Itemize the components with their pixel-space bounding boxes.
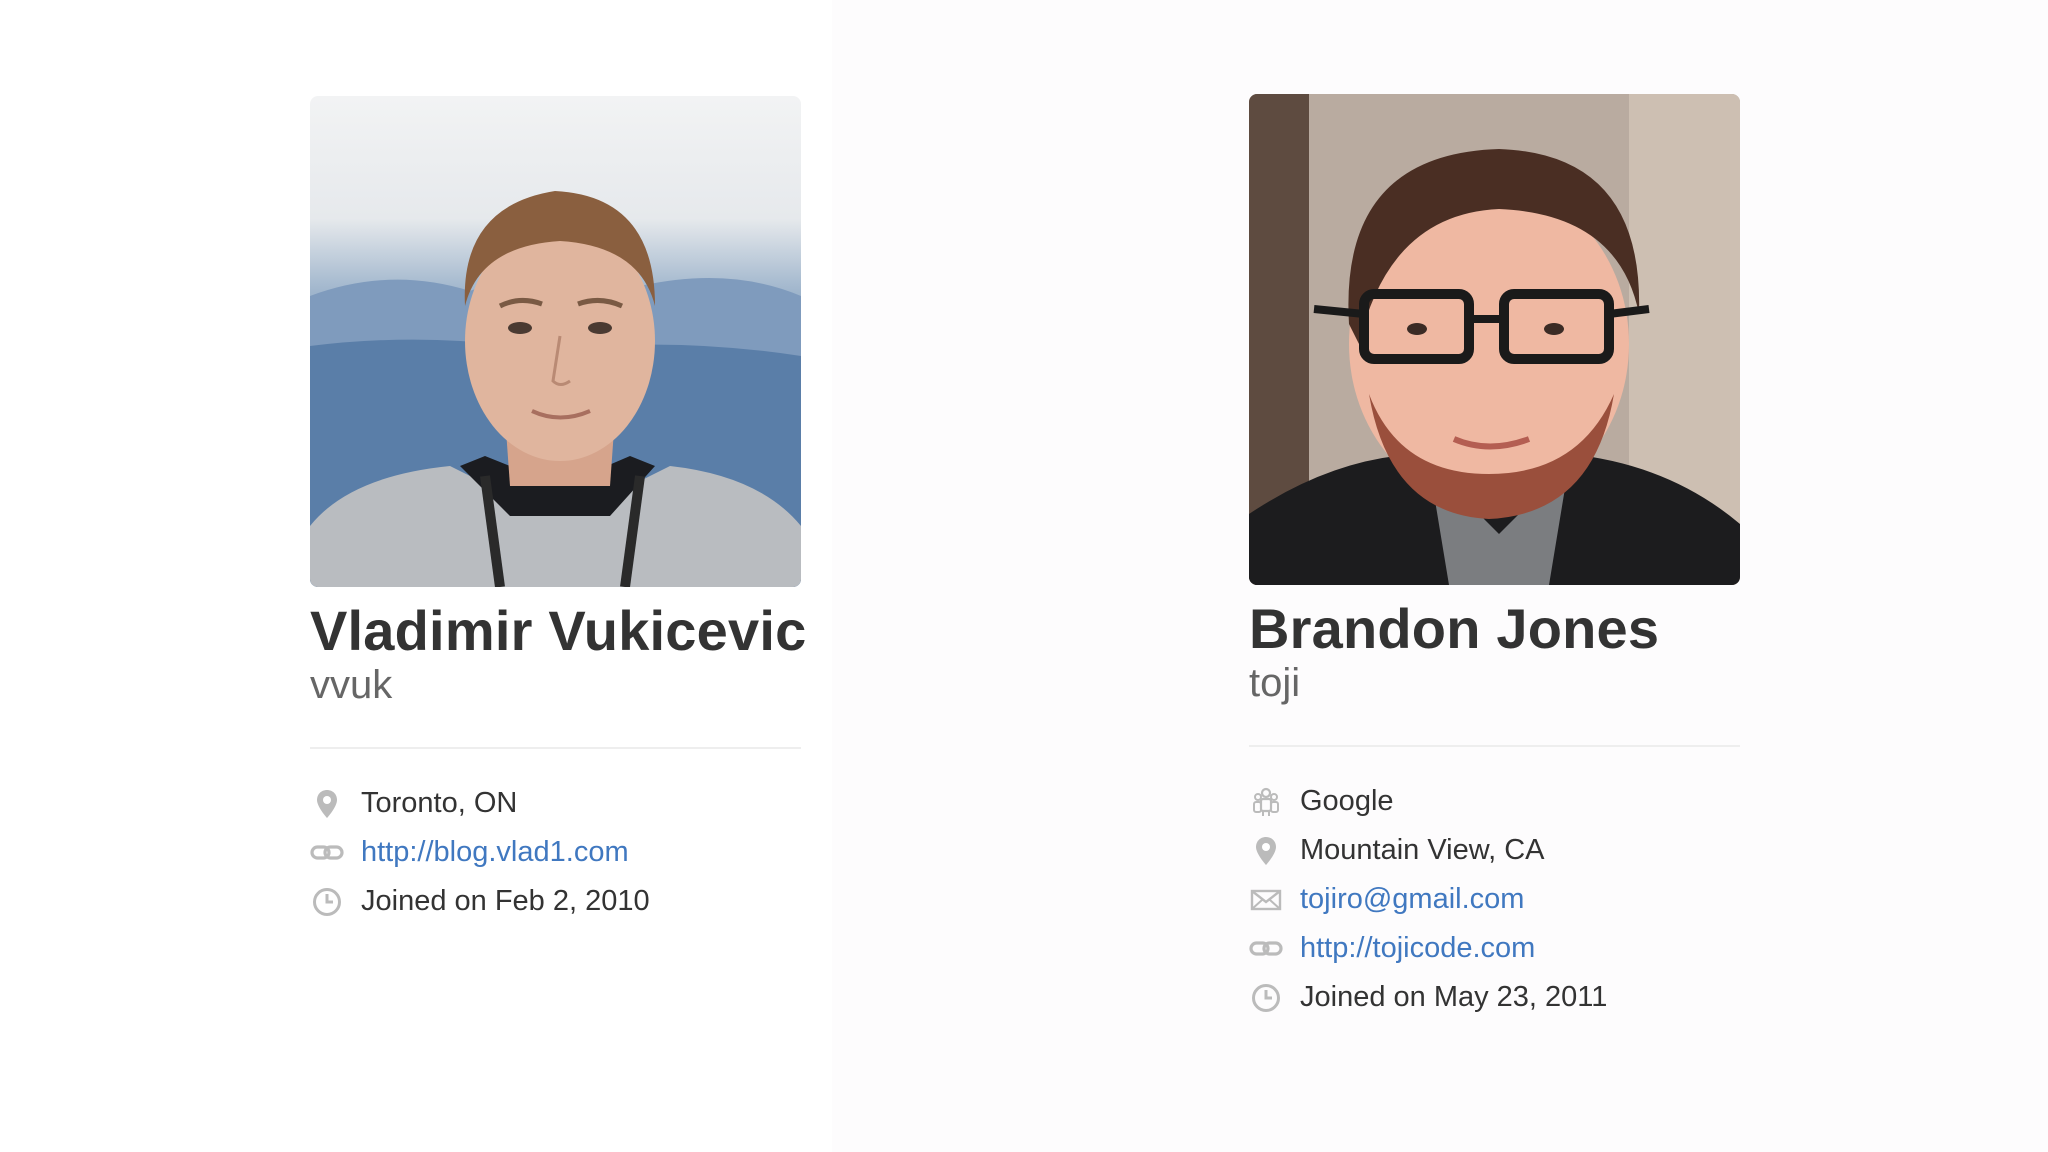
- detail-location: Mountain View, CA: [1249, 826, 1741, 875]
- detail-joined: Joined on Feb 2, 2010: [310, 877, 802, 926]
- detail-url: http://blog.vlad1.com: [310, 828, 802, 877]
- detail-organization-text: Google: [1300, 785, 1394, 817]
- organization-icon: [1249, 785, 1283, 819]
- location-pin-icon: [310, 787, 344, 821]
- profile-fullname: Vladimir Vukicevic: [310, 599, 807, 662]
- avatar[interactable]: [310, 96, 801, 587]
- mail-icon: [1249, 883, 1283, 917]
- avatar[interactable]: [1249, 94, 1740, 585]
- divider: [310, 747, 801, 749]
- clock-icon: [310, 885, 344, 919]
- detail-location-text: Mountain View, CA: [1300, 834, 1545, 866]
- detail-email: tojiro@gmail.com: [1249, 875, 1741, 924]
- detail-joined: Joined on May 23, 2011: [1249, 973, 1741, 1022]
- divider: [1249, 745, 1740, 747]
- profile-card-toji: Brandon Jones toji Google Mountain View,…: [1249, 94, 1741, 1022]
- profile-card-vvuk: Vladimir Vukicevic vvuk Toronto, ON http…: [310, 96, 807, 926]
- detail-location: Toronto, ON: [310, 779, 802, 828]
- link-icon: [310, 836, 344, 870]
- link-icon: [1249, 932, 1283, 966]
- profile-details: Google Mountain View, CA tojiro@gmail.co…: [1249, 777, 1741, 1022]
- detail-location-text: Toronto, ON: [361, 787, 518, 819]
- detail-email-link[interactable]: tojiro@gmail.com: [1300, 883, 1524, 916]
- detail-url-link[interactable]: http://blog.vlad1.com: [361, 836, 629, 869]
- location-pin-icon: [1249, 834, 1283, 868]
- detail-joined-text: Joined on May 23, 2011: [1300, 981, 1608, 1013]
- clock-icon: [1249, 981, 1283, 1015]
- profile-fullname: Brandon Jones: [1249, 597, 1660, 660]
- detail-organization: Google: [1249, 777, 1741, 826]
- detail-url-link[interactable]: http://tojicode.com: [1300, 932, 1535, 965]
- profile-details: Toronto, ON http://blog.vlad1.com Joined…: [310, 779, 802, 926]
- detail-joined-text: Joined on Feb 2, 2010: [361, 885, 650, 917]
- profile-username: vvuk: [310, 663, 393, 707]
- detail-url: http://tojicode.com: [1249, 924, 1741, 973]
- profile-username: toji: [1249, 661, 1301, 705]
